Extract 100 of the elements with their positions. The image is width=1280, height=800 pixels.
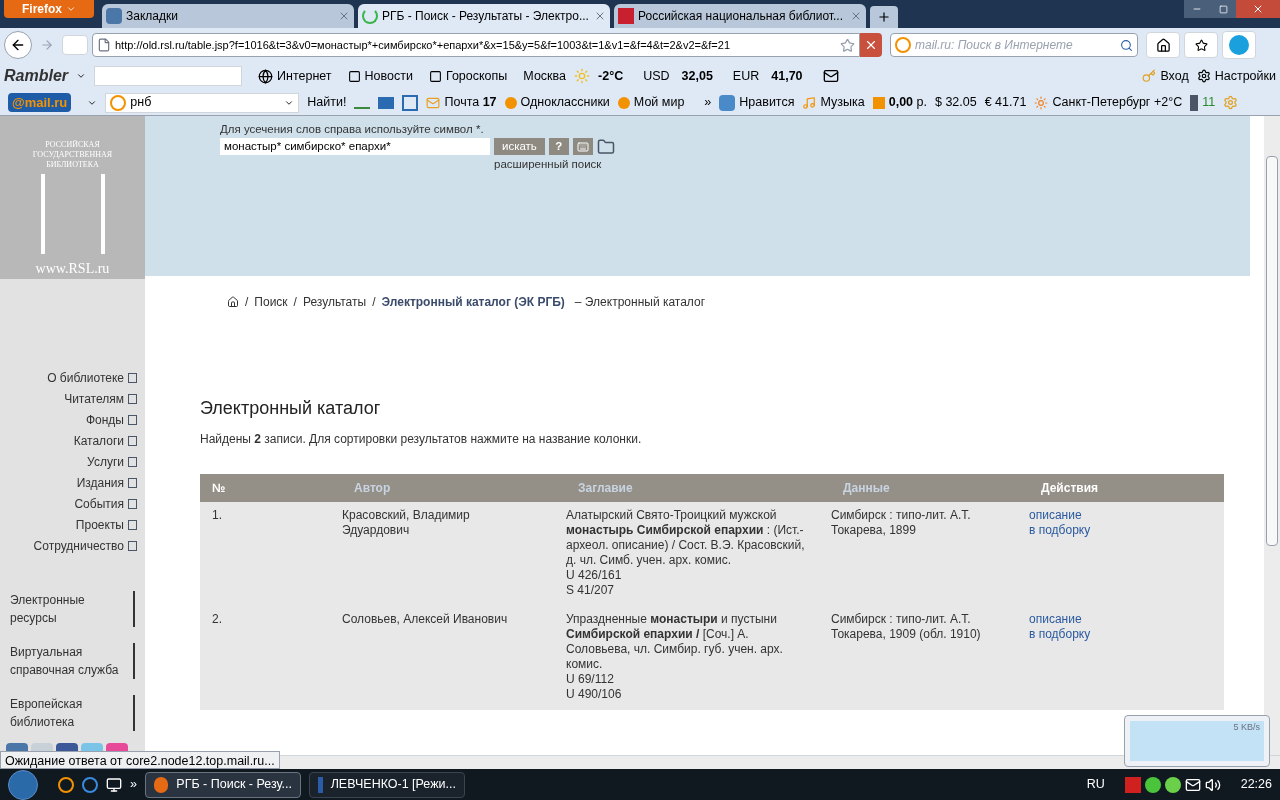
rambler-logo[interactable]: Rambler [4, 64, 69, 88]
nav-link[interactable]: Сотрудничество [33, 537, 137, 555]
login-link[interactable]: Вход [1142, 66, 1189, 86]
maximize-icon [1218, 4, 1228, 14]
nav-link[interactable]: События [74, 495, 137, 513]
globe-icon [258, 68, 274, 84]
envelope-icon[interactable] [1184, 776, 1201, 793]
rambler-search-field[interactable] [94, 66, 243, 86]
settings-icon [1196, 69, 1211, 83]
bookmark-star-icon[interactable] [840, 37, 855, 53]
keyboard-icon [576, 140, 589, 153]
more-button[interactable]: » [130, 775, 137, 794]
page-heading: Электронный каталог [200, 397, 382, 420]
sidebar-link[interactable]: Электронные ресурсы [0, 591, 135, 627]
breadcrumb-link[interactable]: Результаты [302, 293, 367, 311]
mail-icon[interactable] [822, 68, 839, 84]
sidebar-link[interactable]: Европейская библиотека [0, 695, 135, 731]
breadcrumb-tail: – Электронный каталог [574, 294, 706, 311]
language-indicator[interactable]: RU [1086, 775, 1105, 794]
music-note-icon [802, 95, 817, 110]
advanced-search-link[interactable]: расширенный поиск [494, 156, 615, 174]
toolbar-item[interactable]: Интернет [258, 66, 332, 86]
action-link[interactable]: в подборку [1029, 627, 1091, 642]
search-icon[interactable] [1120, 38, 1133, 52]
square-icon [347, 69, 361, 83]
find-button[interactable]: Найти! [307, 93, 347, 112]
nav-link[interactable]: Издания [76, 474, 137, 492]
close-icon[interactable] [850, 10, 862, 22]
start-button[interactable] [8, 769, 38, 800]
browser-tab[interactable]: Закладки [102, 4, 354, 28]
shelfmark-text: U 490/106 [566, 687, 623, 702]
home-icon [1155, 37, 1171, 53]
city-label[interactable]: Москва [523, 66, 566, 86]
nav-link[interactable]: Читателям [64, 390, 137, 408]
nav-link[interactable]: Услуги [87, 453, 137, 471]
toolbar-item[interactable]: Гороскопы [428, 66, 508, 86]
like-link[interactable]: Нравится [719, 93, 795, 112]
weather-link[interactable]: Санкт-Петербург +2°C [1034, 93, 1183, 112]
title-text: Алатырский Свято-Троицкий мужской монастырь Симбирской епархии : (Ист.-археол. описание) / Сост. В.Э. Красовский, д. чл. Симб. учен. арх. комис. [566, 508, 806, 568]
close-icon [1252, 3, 1264, 15]
mail-link[interactable]: Почта 17 [426, 93, 497, 112]
vertical-scrollbar[interactable] [1264, 116, 1280, 755]
table-cell-text: 1. [211, 508, 223, 524]
nav-link[interactable]: Каталоги [73, 432, 137, 450]
music-link[interactable]: Музыка [802, 93, 865, 112]
sidebar-link[interactable]: Виртуальная справочная служба [0, 643, 135, 679]
taskbar-window[interactable]: ЛЕВЧЕНКО-1 [Режи... [308, 771, 465, 798]
minimize-button[interactable] [1184, 0, 1210, 18]
eur-rate[interactable]: € 41.71 [984, 93, 1027, 112]
nav-link[interactable]: Фонды [85, 411, 137, 429]
more-button[interactable]: » [704, 93, 712, 112]
home-icon[interactable] [227, 296, 239, 308]
browser-tab[interactable]: Российская национальная библиот... [614, 4, 866, 28]
close-icon[interactable] [594, 10, 606, 22]
usd-rate[interactable]: $ 32.05 [934, 93, 977, 112]
plus-icon [877, 10, 891, 24]
speaker-icon[interactable] [1204, 776, 1221, 793]
page-icon [97, 38, 111, 52]
action-link[interactable]: описание [1029, 612, 1082, 627]
breadcrumb-separator: / [293, 294, 297, 311]
toolbar-item[interactable]: Мой мир [617, 93, 685, 112]
action-link[interactable]: описание [1029, 508, 1082, 523]
mail-search-field[interactable]: рнб [105, 92, 300, 113]
nav-link[interactable]: О библиотеке [47, 369, 137, 387]
folder-icon[interactable] [596, 138, 615, 157]
keyboard-button[interactable] [572, 138, 593, 156]
shelfmark-text: S 41/207 [566, 583, 616, 598]
browser-tab[interactable]: РГБ - Поиск - Результаты - Электро... [358, 4, 610, 28]
breadcrumb-link[interactable]: Поиск [254, 293, 288, 311]
toolbar-item[interactable]: Одноклассники [504, 93, 610, 112]
traffic-link[interactable]: 11 [1190, 93, 1216, 112]
nav-link[interactable]: Проекты [75, 516, 137, 534]
results-summary: Найдены 2 записи. Для сортировки результатов нажмите на название колонки. [200, 431, 643, 448]
table-cell-text: Красовский, Владимир Эдуардович [342, 508, 471, 539]
action-link[interactable]: в подборку [1029, 523, 1091, 538]
scroll-thumb[interactable] [1266, 156, 1278, 546]
caret-icon[interactable] [76, 71, 87, 81]
breadcrumb-link[interactable]: Электронный каталог (ЭК РГБ) [381, 293, 565, 311]
wallet-balance[interactable]: 0,00 р. [872, 93, 927, 112]
maximize-button[interactable] [1210, 0, 1236, 18]
desktop-icon[interactable] [106, 776, 122, 793]
sun-icon [1034, 95, 1049, 110]
column-header: № [211, 480, 227, 497]
settings-link[interactable]: Настройки [1196, 66, 1276, 86]
catalog-search-field[interactable]: монастыр* симбирско* епархи* [220, 138, 490, 156]
new-tab-button[interactable] [870, 6, 898, 28]
bookmarks-button[interactable] [1184, 32, 1218, 58]
back-button[interactable] [4, 31, 32, 59]
toolbar-item[interactable]: Новости [347, 66, 413, 86]
stop-button[interactable] [860, 33, 882, 57]
caret-icon [66, 4, 76, 14]
address-field[interactable]: http://old.rsl.ru/table.jsp?f=1016&t=3&v0=монастыр*+симбирско*+епархи*&x=15&y=5&f=1003&t=1&v1=&f=4&t=2&v2=&f=21 [92, 33, 860, 57]
loading-icon [362, 8, 378, 24]
close-icon[interactable] [338, 10, 350, 22]
home-button[interactable] [1146, 32, 1180, 58]
temperature-label: -2°C [598, 67, 624, 85]
title-text: Упраздненные монастыри и пустыни Симбирской епархии / [Соч.] А. Соловьева, чл. Симбир. губ. учен. арх. комис. [566, 612, 784, 672]
column-header: Действия [1040, 480, 1100, 497]
taskbar-window[interactable]: РГБ - Поиск - Резу... [144, 771, 301, 798]
table-cell-text: Симбирск : типо-лит. А.Т. Токарева, 1909 (обл. 1910) [831, 612, 982, 643]
